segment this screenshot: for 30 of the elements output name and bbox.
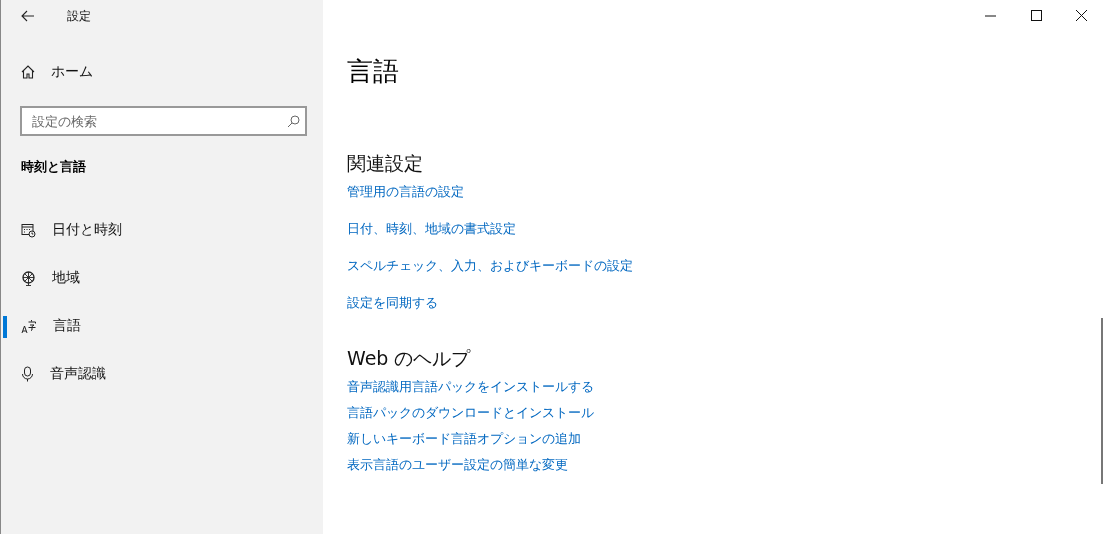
settings-link[interactable]: 設定を同期する bbox=[347, 294, 438, 312]
home-icon bbox=[21, 65, 35, 79]
microphone-icon bbox=[21, 366, 34, 382]
settings-link[interactable]: 表示言語のユーザー設定の簡単な変更 bbox=[347, 456, 568, 474]
settings-link[interactable]: 言語パックのダウンロードとインストール bbox=[347, 404, 594, 422]
close-icon[interactable] bbox=[1076, 10, 1087, 21]
settings-link[interactable]: 新しいキーボード言語オプションの追加 bbox=[347, 430, 581, 448]
home-link[interactable]: ホーム bbox=[1, 52, 323, 92]
section-heading: Web のヘルプ bbox=[347, 346, 472, 371]
settings-link[interactable]: 日付、時刻、地域の書式設定 bbox=[347, 220, 516, 238]
language-icon bbox=[21, 318, 37, 334]
search-field[interactable]: 設定の検索 bbox=[20, 106, 307, 136]
maximize-icon[interactable] bbox=[1031, 10, 1042, 21]
section-heading: 時刻と言語 bbox=[20, 158, 87, 176]
scrollbar[interactable] bbox=[1101, 318, 1103, 484]
page-title: 言語 bbox=[347, 55, 400, 88]
search-icon bbox=[287, 115, 300, 128]
globe-icon bbox=[21, 270, 36, 286]
settings-link[interactable]: 音声認識用言語パックをインストールする bbox=[347, 378, 594, 396]
minimize-icon[interactable] bbox=[985, 14, 997, 17]
settings-link[interactable]: 管理用の言語の設定 bbox=[347, 183, 464, 201]
back-arrow-icon[interactable] bbox=[21, 10, 35, 22]
settings-link[interactable]: スペルチェック、入力、およびキーボードの設定 bbox=[347, 257, 633, 275]
calendar-clock-icon bbox=[21, 222, 36, 238]
window-title: 設定 bbox=[67, 7, 91, 25]
sidebar-item[interactable]: 音声認識 bbox=[1, 350, 323, 398]
section-heading: 関連設定 bbox=[347, 151, 424, 176]
sidebar-item[interactable]: 日付と時刻 bbox=[1, 206, 323, 254]
sidebar-item[interactable]: 言語 bbox=[1, 302, 323, 350]
sidebar-item[interactable]: 地域 bbox=[1, 254, 323, 302]
